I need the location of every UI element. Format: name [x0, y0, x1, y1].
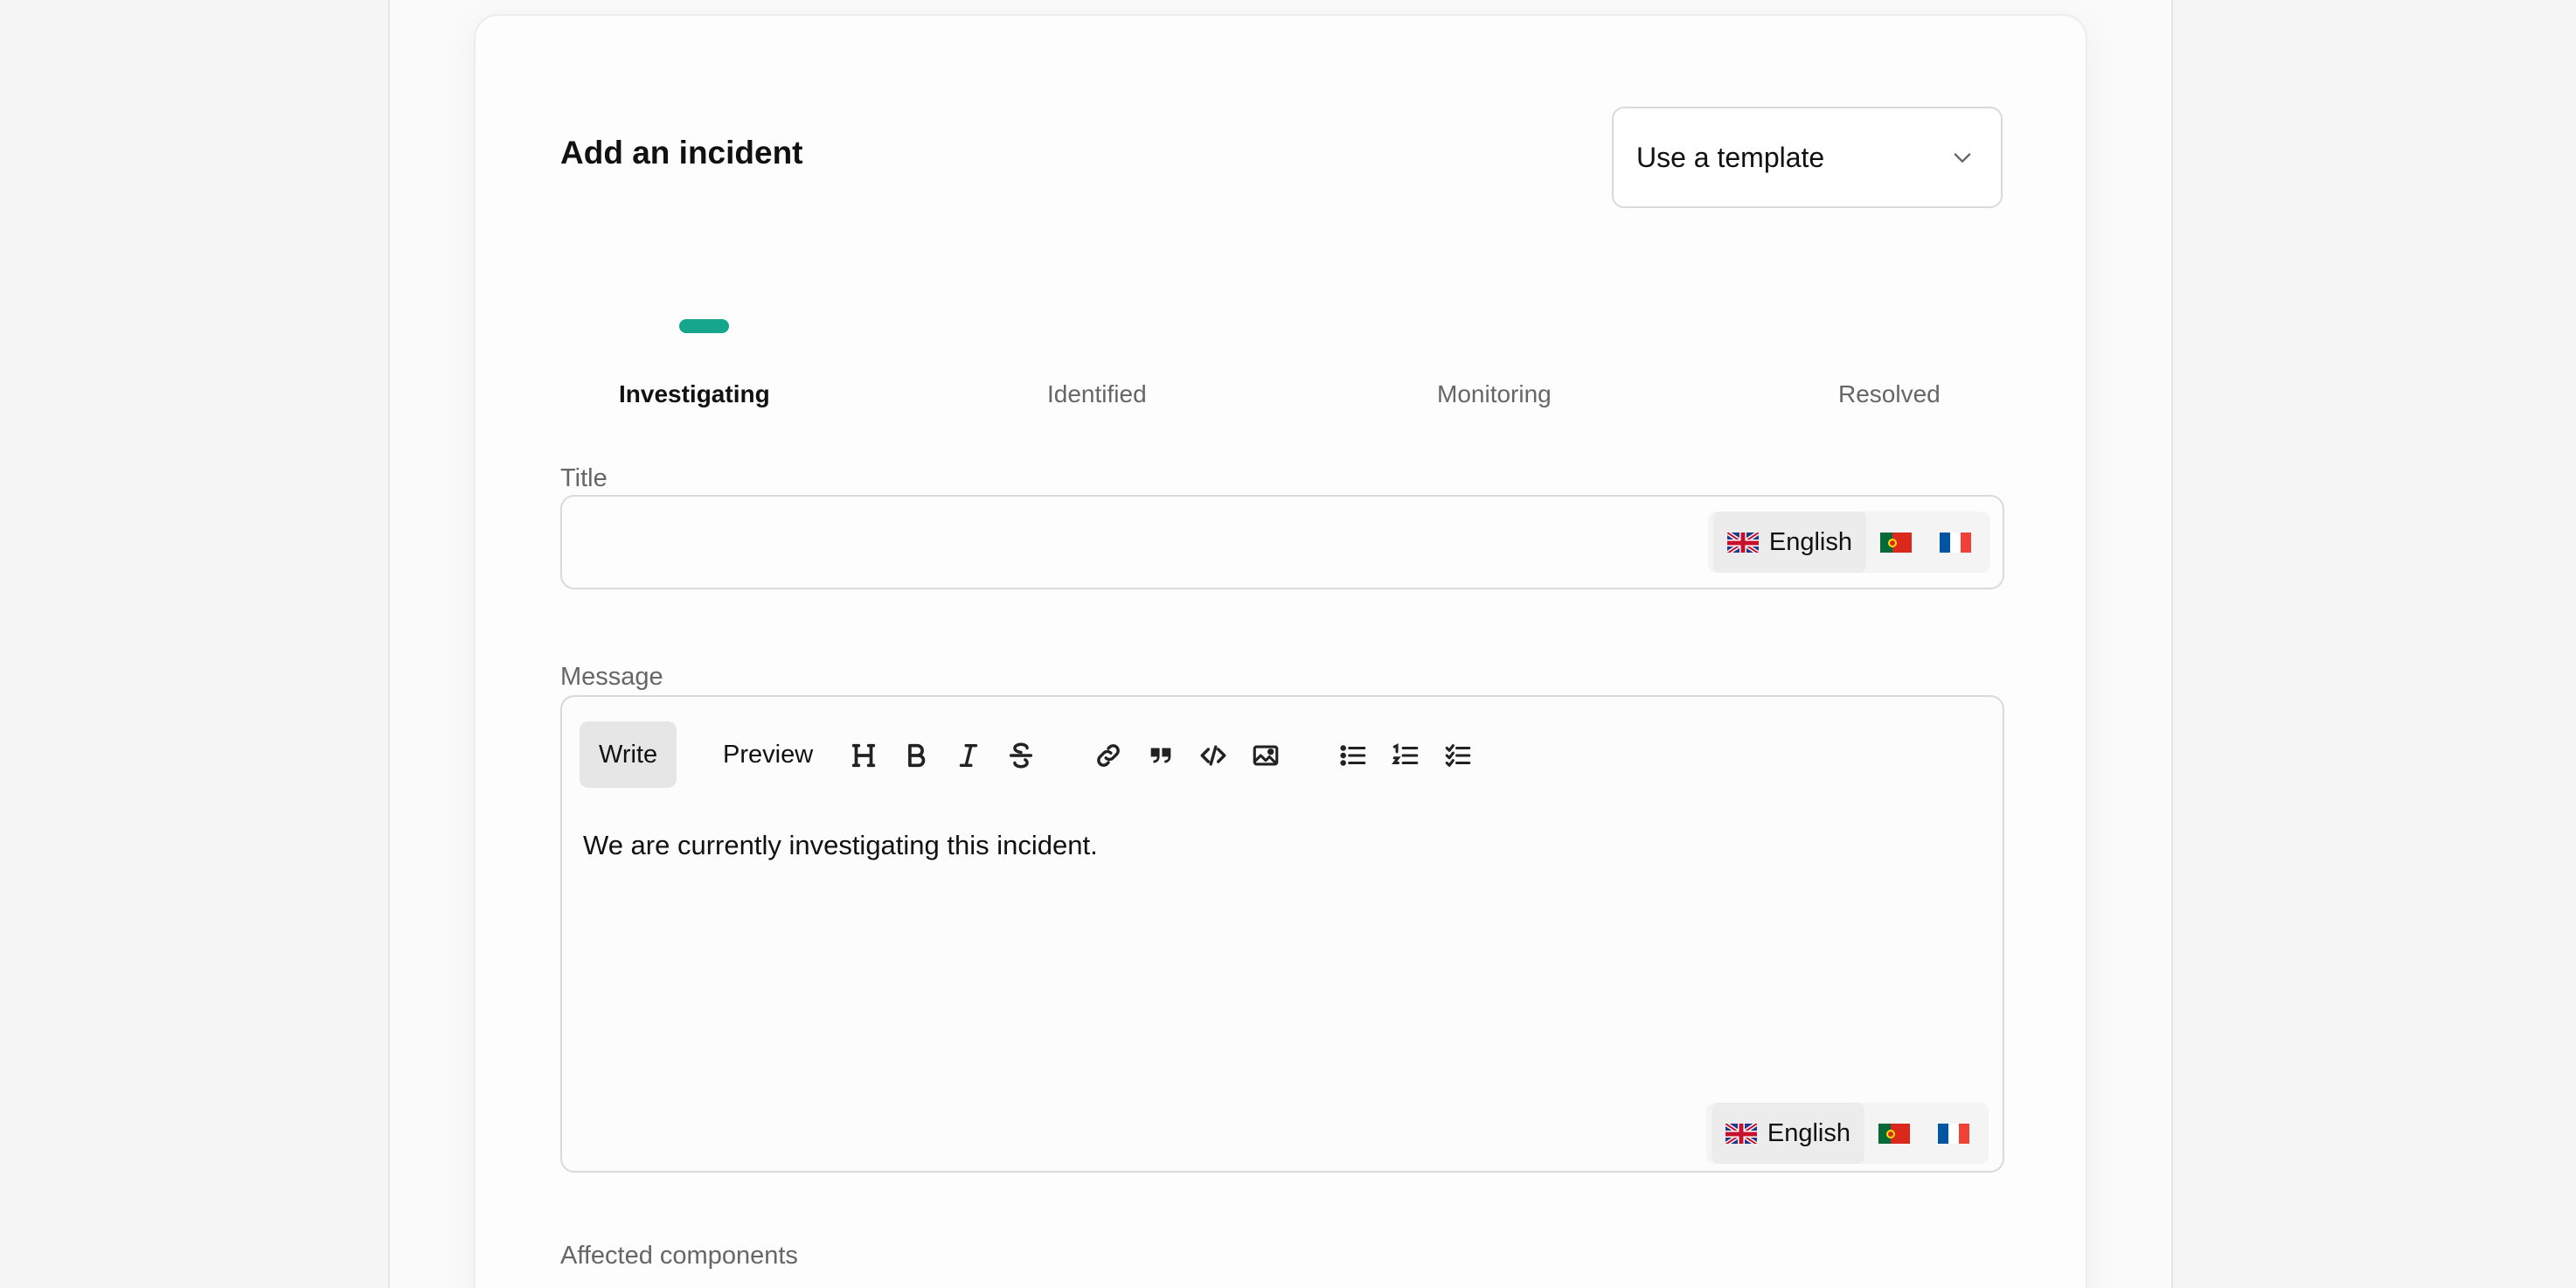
title-lang-english-label: English	[1768, 527, 1852, 556]
task-list-icon[interactable]	[1441, 738, 1475, 773]
strikethrough-icon[interactable]	[1003, 738, 1038, 773]
title-lang-portuguese[interactable]	[1866, 512, 1926, 573]
title-lang-french[interactable]	[1926, 512, 1985, 573]
message-lang-french[interactable]	[1924, 1103, 1983, 1164]
step-monitoring[interactable]: Monitoring	[1437, 380, 1552, 408]
template-select[interactable]: Use a template	[1612, 107, 2003, 208]
message-label: Message	[560, 663, 663, 691]
title-lang-english[interactable]: English	[1712, 512, 1866, 573]
incident-form-card: Add an incident Use a template Investiga…	[474, 14, 2087, 1288]
message-language-switch: English	[1705, 1103, 1989, 1164]
unordered-list-icon[interactable]	[1336, 738, 1371, 773]
step-identified[interactable]: Identified	[1047, 380, 1147, 408]
message-lang-english[interactable]: English	[1711, 1103, 1864, 1164]
ordered-list-icon[interactable]	[1388, 738, 1423, 773]
heading-icon[interactable]	[846, 738, 881, 773]
form-title: Add an incident	[560, 135, 803, 171]
message-lang-english-label: English	[1767, 1118, 1850, 1147]
italic-icon[interactable]	[951, 738, 986, 773]
bold-icon[interactable]	[899, 738, 934, 773]
portugal-flag-icon	[1878, 1123, 1910, 1144]
france-flag-icon	[1940, 532, 1971, 553]
preview-tab[interactable]: Preview	[704, 721, 832, 788]
uk-flag-icon	[1726, 532, 1759, 553]
uk-flag-icon	[1725, 1123, 1757, 1144]
message-text[interactable]: We are currently investigating this inci…	[583, 830, 1098, 861]
quote-icon[interactable]	[1143, 738, 1178, 773]
step-resolved[interactable]: Resolved	[1838, 380, 1941, 408]
write-tab[interactable]: Write	[580, 721, 677, 788]
france-flag-icon	[1938, 1123, 1969, 1144]
template-select-value: Use a template	[1636, 141, 1825, 173]
title-language-switch: English	[1707, 512, 1990, 573]
link-icon[interactable]	[1091, 738, 1126, 773]
title-label: Title	[560, 464, 608, 492]
title-input[interactable]: English	[560, 495, 2004, 589]
step-investigating[interactable]: Investigating	[619, 380, 770, 408]
message-lang-portuguese[interactable]	[1864, 1103, 1924, 1164]
portugal-flag-icon	[1880, 532, 1912, 553]
affected-components-label: Affected components	[560, 1242, 798, 1270]
image-icon[interactable]	[1248, 738, 1283, 773]
message-editor: Write Preview We are currently investiga…	[560, 695, 2004, 1173]
active-step-indicator	[679, 319, 729, 333]
code-icon[interactable]	[1196, 738, 1231, 773]
chevron-down-icon	[1954, 153, 1971, 163]
